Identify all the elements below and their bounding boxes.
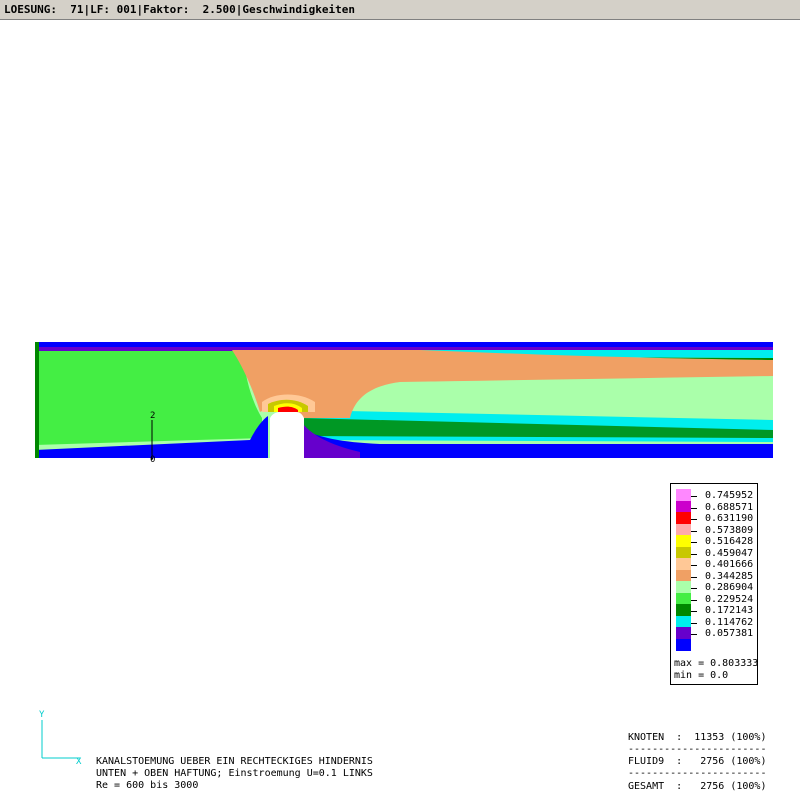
- legend-tick: [691, 553, 697, 555]
- legend-tick: [691, 565, 697, 566]
- stats-separator-2: -----------------------: [628, 768, 767, 779]
- legend-tick: [691, 622, 697, 624]
- legend-tick: [691, 530, 697, 532]
- caption-line-3: Re = 600 bis 3000: [96, 780, 199, 791]
- rectangular-obstacle: [270, 412, 304, 458]
- legend-row: [671, 638, 757, 651]
- legend-tick: [691, 507, 697, 509]
- legend-label: 0.573809: [705, 524, 754, 536]
- stats-knoten: KNOTEN : 11353 (100%): [628, 732, 767, 743]
- left-green-region: [35, 342, 262, 445]
- color-legend: max = 0.803333 min = 0.0 0.745952 0.68857…: [670, 483, 758, 685]
- legend-swatch: [676, 627, 691, 639]
- legend-label: 0.631190: [705, 513, 754, 524]
- legend-min: min = 0.0: [674, 670, 729, 681]
- stats-gesamt: GESAMT : 2756 (100%): [628, 781, 767, 792]
- legend-label: 0.229524: [705, 593, 754, 605]
- legend-label: 0.057381: [705, 628, 754, 639]
- legend-row: 0.516428: [671, 535, 757, 547]
- legend-label: 0.459047: [705, 547, 754, 559]
- stats-separator-1: -----------------------: [628, 744, 767, 755]
- legend-label: 0.114762: [705, 616, 754, 628]
- title-bar-text: LOESUNG: 71|LF: 001|Faktor: 2.500|Geschw…: [4, 3, 355, 16]
- legend-swatch: [676, 535, 691, 547]
- legend-swatch: [676, 558, 691, 570]
- legend-row: 0.286904: [671, 581, 757, 593]
- legend-tick: [691, 611, 697, 612]
- legend-label: 0.286904: [705, 582, 754, 593]
- legend-tick: [691, 634, 697, 635]
- legend-tick: [691, 519, 697, 520]
- legend-swatch: [676, 546, 691, 559]
- legend-swatch: [676, 604, 691, 616]
- legend-label: 0.344285: [705, 570, 754, 582]
- legend-row: 0.459047: [671, 546, 757, 559]
- legend-swatch: [676, 615, 691, 628]
- legend-tick: [691, 496, 697, 497]
- legend-row: 0.573809: [671, 523, 757, 536]
- legend-swatch: [676, 523, 691, 536]
- legend-label: 0.516428: [705, 536, 754, 547]
- caption-line-2: UNTEN + OBEN HAFTUNG; Einstroemung U=0.1…: [96, 768, 373, 779]
- legend-row: 0.344285: [671, 569, 757, 582]
- legend-row: 0.229524: [671, 592, 757, 605]
- inlet-edge: [35, 342, 39, 458]
- legend-row: 0.631190: [671, 512, 757, 524]
- stats-fluid9: FLUID9 : 2756 (100%): [628, 756, 767, 767]
- node-label-2: 2: [150, 411, 155, 421]
- legend-tick: [691, 588, 697, 589]
- legend-swatch: [676, 512, 691, 524]
- legend-label: 0.688571: [705, 501, 754, 513]
- legend-swatch: [676, 569, 691, 582]
- legend-row: 0.114762: [671, 615, 757, 628]
- y-axis-letter: Y: [39, 710, 45, 720]
- legend-row: 0.401666: [671, 558, 757, 570]
- legend-label: 0.745952: [705, 490, 754, 501]
- legend-row: 0.688571: [671, 500, 757, 513]
- legend-row: 0.172143: [671, 604, 757, 616]
- x-axis-letter: X: [76, 757, 82, 767]
- legend-label: 0.401666: [705, 559, 754, 570]
- caption-line-1: KANALSTOEMUNG UEBER EIN RECHTECKIGES HIN…: [96, 756, 373, 767]
- legend-row: 0.745952: [671, 489, 757, 501]
- legend-swatch: [676, 489, 691, 501]
- legend-swatch: [676, 500, 691, 513]
- legend-tick: [691, 542, 697, 543]
- legend-row: 0.057381: [671, 627, 757, 639]
- legend-swatch: [676, 592, 691, 605]
- legend-tick: [691, 576, 697, 578]
- legend-tick: [691, 599, 697, 601]
- channel-flow-field: [35, 342, 773, 458]
- legend-swatch: [676, 581, 691, 593]
- legend-label: 0.172143: [705, 605, 754, 616]
- title-bar: LOESUNG: 71|LF: 001|Faktor: 2.500|Geschw…: [0, 0, 800, 20]
- coordinate-axes: Y X: [39, 710, 82, 767]
- legend-swatch: [676, 638, 691, 651]
- node-label-0: 0: [150, 455, 155, 465]
- legend-max: max = 0.803333: [674, 658, 759, 669]
